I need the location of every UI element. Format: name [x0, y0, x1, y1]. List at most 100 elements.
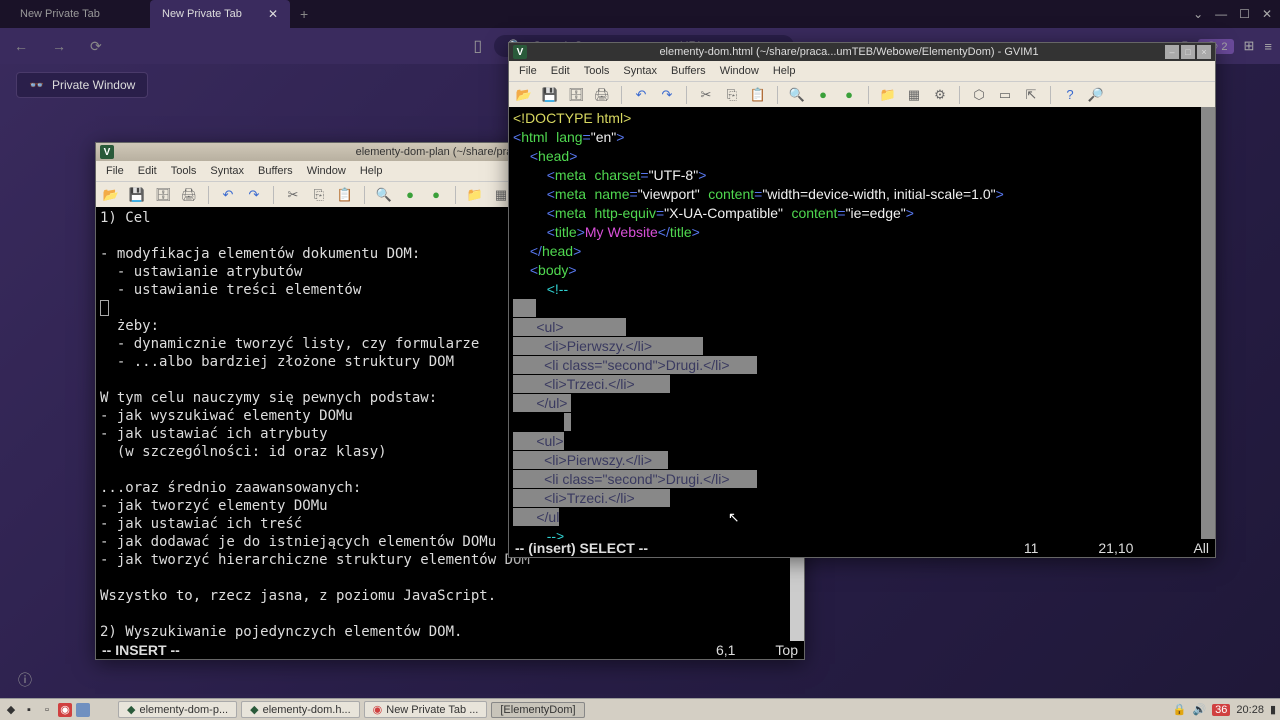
gvim-menubar: File Edit Tools Syntax Buffers Window He…	[509, 61, 1215, 81]
menu-help[interactable]: Help	[354, 163, 389, 179]
maximize-icon[interactable]: □	[1181, 45, 1195, 59]
next-icon[interactable]: ●	[814, 86, 832, 104]
menu-help[interactable]: Help	[767, 63, 802, 79]
menu-window[interactable]: Window	[714, 63, 765, 79]
clock[interactable]: 20:28	[1236, 704, 1264, 716]
taskbar-item-active[interactable]: [ElementyDom]	[491, 702, 584, 718]
max-icon[interactable]: ⇱	[1022, 86, 1040, 104]
session-icon[interactable]: 📁	[879, 86, 897, 104]
prev-icon[interactable]: ●	[840, 86, 858, 104]
make-icon[interactable]: ⚙	[931, 86, 949, 104]
status-mode: -- INSERT --	[102, 642, 180, 658]
taskbar: ◆ ▪ ▫ ◉ ◆elementy-dom-p... ◆elementy-dom…	[0, 698, 1280, 720]
cut-icon[interactable]: ✂	[697, 86, 715, 104]
menu-edit[interactable]: Edit	[132, 163, 163, 179]
save-icon[interactable]: 💾	[541, 86, 559, 104]
find-icon[interactable]: 🔍	[375, 186, 393, 204]
window-title: elementy-dom.html (~/share/praca...umTEB…	[533, 46, 1165, 58]
info-icon[interactable]: ⓘ	[18, 670, 32, 690]
gvim-window-right: V elementy-dom.html (~/share/praca...umT…	[508, 42, 1216, 558]
close-icon[interactable]: ×	[1197, 45, 1211, 59]
find-icon[interactable]: 🔍	[788, 86, 806, 104]
menu-tools[interactable]: Tools	[165, 163, 203, 179]
help-icon[interactable]: ?	[1061, 86, 1079, 104]
prev-icon[interactable]: ●	[427, 186, 445, 204]
saveall-icon[interactable]: 🗄	[154, 186, 172, 204]
status-col: 11	[1024, 540, 1039, 556]
menu-file[interactable]: File	[100, 163, 130, 179]
session-icon[interactable]: 📁	[466, 186, 484, 204]
gvim-statusbar: -- (insert) SELECT -- 11 21,10 All	[509, 539, 1215, 557]
undo-icon[interactable]: ↶	[632, 86, 650, 104]
menu-tools[interactable]: Tools	[578, 63, 616, 79]
status-percent: All	[1193, 540, 1209, 556]
print-icon[interactable]: 🖨	[180, 186, 198, 204]
tray-icon[interactable]: 🔊	[1192, 703, 1206, 716]
vim-icon: V	[100, 145, 114, 159]
tray-menu-icon[interactable]: ▮	[1270, 703, 1276, 716]
status-percent: Top	[775, 642, 798, 658]
tray-icon[interactable]: 🔒	[1173, 703, 1187, 716]
script-icon[interactable]: ▦	[905, 86, 923, 104]
undo-icon[interactable]: ↶	[219, 186, 237, 204]
close-icon[interactable]: ✕	[268, 7, 278, 21]
vim-icon: V	[513, 45, 527, 59]
gvim-toolbar: 📂 💾 🗄 🖨 ↶ ↷ ✂ ⎘ 📋 🔍 ● ● 📁 ▦ ⚙ ⬡ ▭ ⇱ ? 🔎	[509, 81, 1215, 107]
search-help-icon[interactable]: 🔎	[1087, 86, 1105, 104]
minimize-icon[interactable]: –	[1165, 45, 1179, 59]
menu-file[interactable]: File	[513, 63, 543, 79]
print-icon[interactable]: 🖨	[593, 86, 611, 104]
tag-icon[interactable]: ⬡	[970, 86, 988, 104]
editor-content[interactable]: <!DOCTYPE html> <html lang="en"> <head> …	[509, 107, 1215, 539]
close-icon[interactable]: ✕	[1262, 7, 1272, 21]
app-icon[interactable]: ◉	[58, 703, 72, 717]
desktop-icon[interactable]	[76, 703, 90, 717]
taskbar-item[interactable]: ◆elementy-dom.h...	[241, 701, 360, 718]
files-icon[interactable]: ▫	[40, 703, 54, 717]
status-mode: -- (insert) SELECT --	[515, 540, 648, 556]
copy-icon[interactable]: ⎘	[723, 86, 741, 104]
forward-button[interactable]: →	[46, 34, 72, 58]
open-icon[interactable]: 📂	[102, 186, 120, 204]
maximize-icon[interactable]: ☐	[1239, 7, 1250, 21]
status-position: 6,1	[716, 642, 735, 658]
scrollbar[interactable]	[1201, 107, 1215, 539]
menu-syntax[interactable]: Syntax	[204, 163, 250, 179]
menu-syntax[interactable]: Syntax	[617, 63, 663, 79]
gvim-titlebar[interactable]: V elementy-dom.html (~/share/praca...umT…	[509, 43, 1215, 61]
paste-icon[interactable]: 📋	[749, 86, 767, 104]
browser-tab-active[interactable]: New Private Tab ✕	[150, 0, 290, 28]
tray-badge[interactable]: 36	[1212, 704, 1230, 716]
back-button[interactable]: ←	[8, 34, 34, 58]
minimize-icon[interactable]: —	[1215, 7, 1227, 21]
save-icon[interactable]: 💾	[128, 186, 146, 204]
browser-titlebar: New Private Tab New Private Tab ✕ + ⌄ — …	[0, 0, 1280, 28]
copy-icon[interactable]: ⎘	[310, 186, 328, 204]
taskbar-item[interactable]: ◉New Private Tab ...	[364, 701, 488, 718]
redo-icon[interactable]: ↷	[658, 86, 676, 104]
menu-buffers[interactable]: Buffers	[252, 163, 299, 179]
next-icon[interactable]: ●	[401, 186, 419, 204]
private-window-badge: 👓 Private Window	[16, 72, 148, 98]
chevron-down-icon[interactable]: ⌄	[1193, 7, 1203, 21]
reload-button[interactable]: ⟳	[84, 34, 108, 59]
start-menu-icon[interactable]: ◆	[4, 703, 18, 717]
new-tab-button[interactable]: +	[292, 6, 316, 22]
reader-icon[interactable]: ▯	[473, 36, 482, 56]
menu-edit[interactable]: Edit	[545, 63, 576, 79]
status-position: 21,10	[1098, 540, 1133, 556]
browser-tab-inactive[interactable]: New Private Tab	[8, 0, 148, 28]
redo-icon[interactable]: ↷	[245, 186, 263, 204]
menu-icon[interactable]: ≡	[1264, 39, 1272, 54]
win-icon[interactable]: ▭	[996, 86, 1014, 104]
saveall-icon[interactable]: 🗄	[567, 86, 585, 104]
taskbar-item[interactable]: ◆elementy-dom-p...	[118, 701, 237, 718]
paste-icon[interactable]: 📋	[336, 186, 354, 204]
cut-icon[interactable]: ✂	[284, 186, 302, 204]
extensions-icon[interactable]: ⊞	[1244, 38, 1255, 54]
open-icon[interactable]: 📂	[515, 86, 533, 104]
menu-buffers[interactable]: Buffers	[665, 63, 712, 79]
menu-window[interactable]: Window	[301, 163, 352, 179]
tab-label: New Private Tab	[20, 8, 100, 20]
terminal-icon[interactable]: ▪	[22, 703, 36, 717]
